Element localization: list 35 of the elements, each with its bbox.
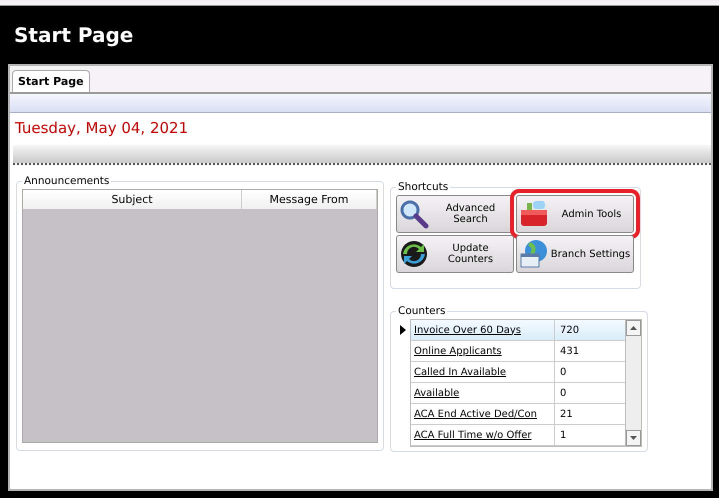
globe-window-icon	[519, 239, 549, 269]
counter-value: 720	[559, 324, 580, 336]
scrollbar[interactable]	[626, 319, 642, 447]
counter-row[interactable]: Online Applicants 431	[411, 341, 625, 362]
shortcut-button[interactable]: Update Counters	[396, 235, 514, 273]
sync-icon	[399, 239, 429, 269]
date-label: Tuesday, May 04, 2021	[14, 118, 190, 139]
counter-link[interactable]: Available	[411, 383, 555, 403]
counter-value: 1	[559, 430, 566, 440]
panel-title: Announcements	[23, 175, 110, 187]
counter-row[interactable]: Called In Available 0	[411, 362, 625, 383]
magnifier-icon	[399, 199, 429, 229]
counter-value: 0	[559, 366, 566, 378]
counter-link[interactable]: ACA Full Time w/o Offer	[411, 425, 555, 445]
counter-value: 431	[559, 346, 580, 356]
column-header[interactable]: Message From	[242, 190, 377, 209]
counter-value: 0	[559, 388, 566, 398]
counter-value: 21	[559, 408, 573, 420]
counter-link[interactable]: ACA End Active Ded/Con	[411, 404, 555, 424]
counter-link[interactable]: Called In Available	[411, 362, 555, 382]
counter-row[interactable]: ACA End Active Ded/Con 21	[411, 404, 625, 425]
tab[interactable]: Start Page	[12, 70, 90, 92]
scroll-down-icon[interactable]	[626, 430, 641, 446]
counter-row[interactable]: Invoice Over 60 Days 720	[411, 320, 625, 341]
counter-row[interactable]: Available 0	[411, 383, 625, 404]
panel-title: Shortcuts	[397, 181, 450, 193]
panel-title: Counters	[397, 305, 446, 317]
window-title: Start Page	[13, 22, 134, 49]
row-indicator-icon	[400, 324, 406, 334]
shortcut-button[interactable]: Branch Settings	[516, 235, 634, 273]
column-header[interactable]: Subject	[23, 190, 242, 209]
counter-link[interactable]: Online Applicants	[411, 341, 555, 361]
scroll-up-icon[interactable]	[626, 320, 641, 336]
counter-link[interactable]: Invoice Over 60 Days	[411, 320, 555, 340]
counter-row[interactable]: ACA Full Time w/o Offer 1	[411, 425, 625, 446]
